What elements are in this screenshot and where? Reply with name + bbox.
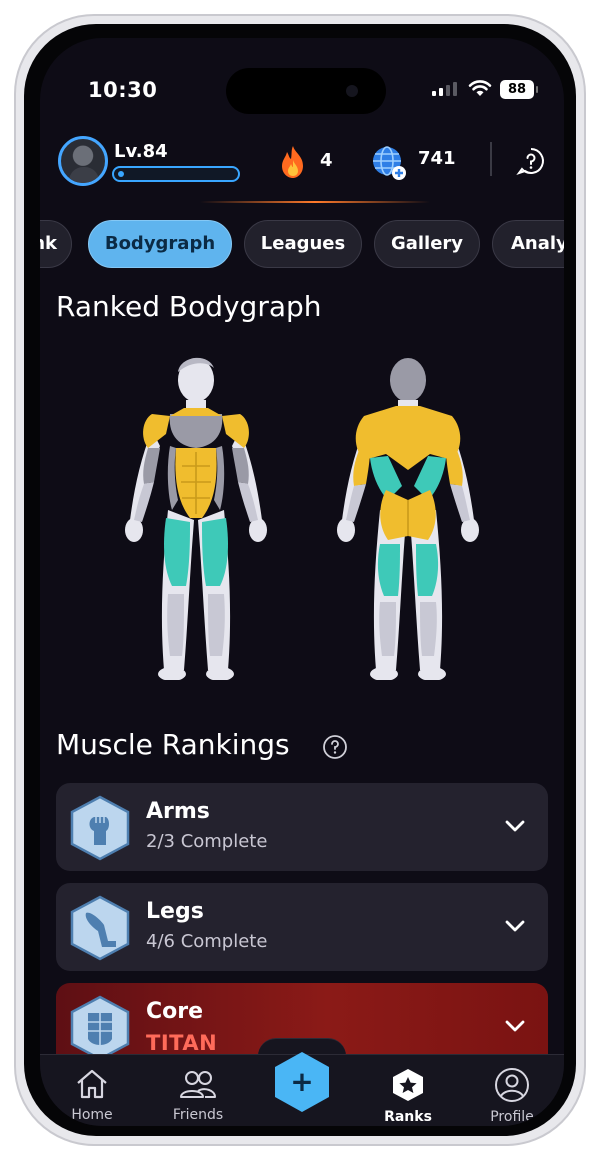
nav-label: Friends: [172, 1107, 224, 1123]
leg-icon: [70, 895, 130, 961]
section-tabs: Rank Bodygraph Leagues Gallery Analytics: [40, 220, 564, 270]
ranking-name: Core: [146, 999, 204, 1024]
nav-item-ranks[interactable]: Ranks: [368, 1067, 448, 1125]
level-label: Lv.84: [114, 141, 168, 162]
camera-icon: [346, 85, 358, 97]
tab-analytics[interactable]: Analytics: [492, 220, 564, 268]
xp-progress-fill: [118, 171, 124, 177]
chevron-down-icon[interactable]: [502, 1013, 528, 1039]
xp-progress-bar: [112, 166, 240, 182]
ranking-card-arms[interactable]: Arms 2/3 Complete: [56, 783, 548, 871]
ranking-name: Arms: [146, 799, 210, 824]
nav-label: Home: [71, 1107, 113, 1123]
nav-item-profile[interactable]: Profile: [472, 1067, 552, 1125]
gem-count: 741: [418, 148, 456, 169]
add-workout-button[interactable]: +: [270, 1050, 334, 1114]
fire-icon[interactable]: [276, 144, 310, 180]
abs-icon: [70, 995, 130, 1061]
status-time: 10:30: [88, 78, 158, 102]
avatar[interactable]: [58, 136, 108, 186]
nav-label: Profile: [490, 1109, 534, 1125]
nav-item-friends[interactable]: Friends: [158, 1067, 238, 1123]
ranking-status: 2/3 Complete: [146, 831, 268, 852]
back-body-figure: [337, 358, 479, 680]
app-screen: 10:30 88 Lv.84 4 741 k Bodygraph Leagues…: [40, 38, 564, 1126]
front-body-figure: [125, 357, 267, 680]
ranking-status: 4/6 Complete: [146, 931, 268, 952]
nav-item-home[interactable]: Home: [52, 1067, 132, 1123]
rankings-title: Muscle Rankings: [56, 728, 290, 761]
chevron-down-icon[interactable]: [502, 813, 528, 839]
globe-icon[interactable]: [370, 144, 408, 182]
ranking-card-legs[interactable]: Legs 4/6 Complete: [56, 883, 548, 971]
chevron-down-icon[interactable]: [502, 913, 528, 939]
ranks-icon: [393, 1069, 423, 1101]
bodygraph-title: Ranked Bodygraph: [56, 290, 322, 323]
dynamic-island: [226, 68, 386, 114]
tab-rank[interactable]: Rank: [40, 220, 72, 268]
battery-indicator: 88: [500, 80, 538, 99]
nav-label: Ranks: [384, 1109, 432, 1125]
ranking-name: Legs: [146, 899, 204, 924]
phone-frame: 10:30 88 Lv.84 4 741 k Bodygraph Leagues…: [14, 14, 586, 1146]
add-label: +: [290, 1065, 313, 1098]
bodygraph-figures[interactable]: [40, 350, 564, 680]
wifi-icon: [468, 80, 492, 96]
streak-count: 4: [320, 150, 333, 171]
signal-icon: [432, 82, 457, 96]
tab-leagues[interactable]: Leagues: [244, 220, 362, 268]
info-icon[interactable]: [322, 734, 348, 760]
header-glow-divider: [200, 201, 430, 203]
friends-icon: [180, 1071, 216, 1098]
help-icon[interactable]: [516, 146, 546, 176]
tab-gallery[interactable]: Gallery: [374, 220, 480, 268]
ranking-status: TITAN: [146, 1031, 218, 1055]
tab-bodygraph[interactable]: Bodygraph: [88, 220, 232, 268]
header-divider: [490, 142, 492, 176]
home-icon: [77, 1069, 107, 1099]
arm-icon: [70, 795, 130, 861]
profile-icon: [495, 1068, 529, 1102]
